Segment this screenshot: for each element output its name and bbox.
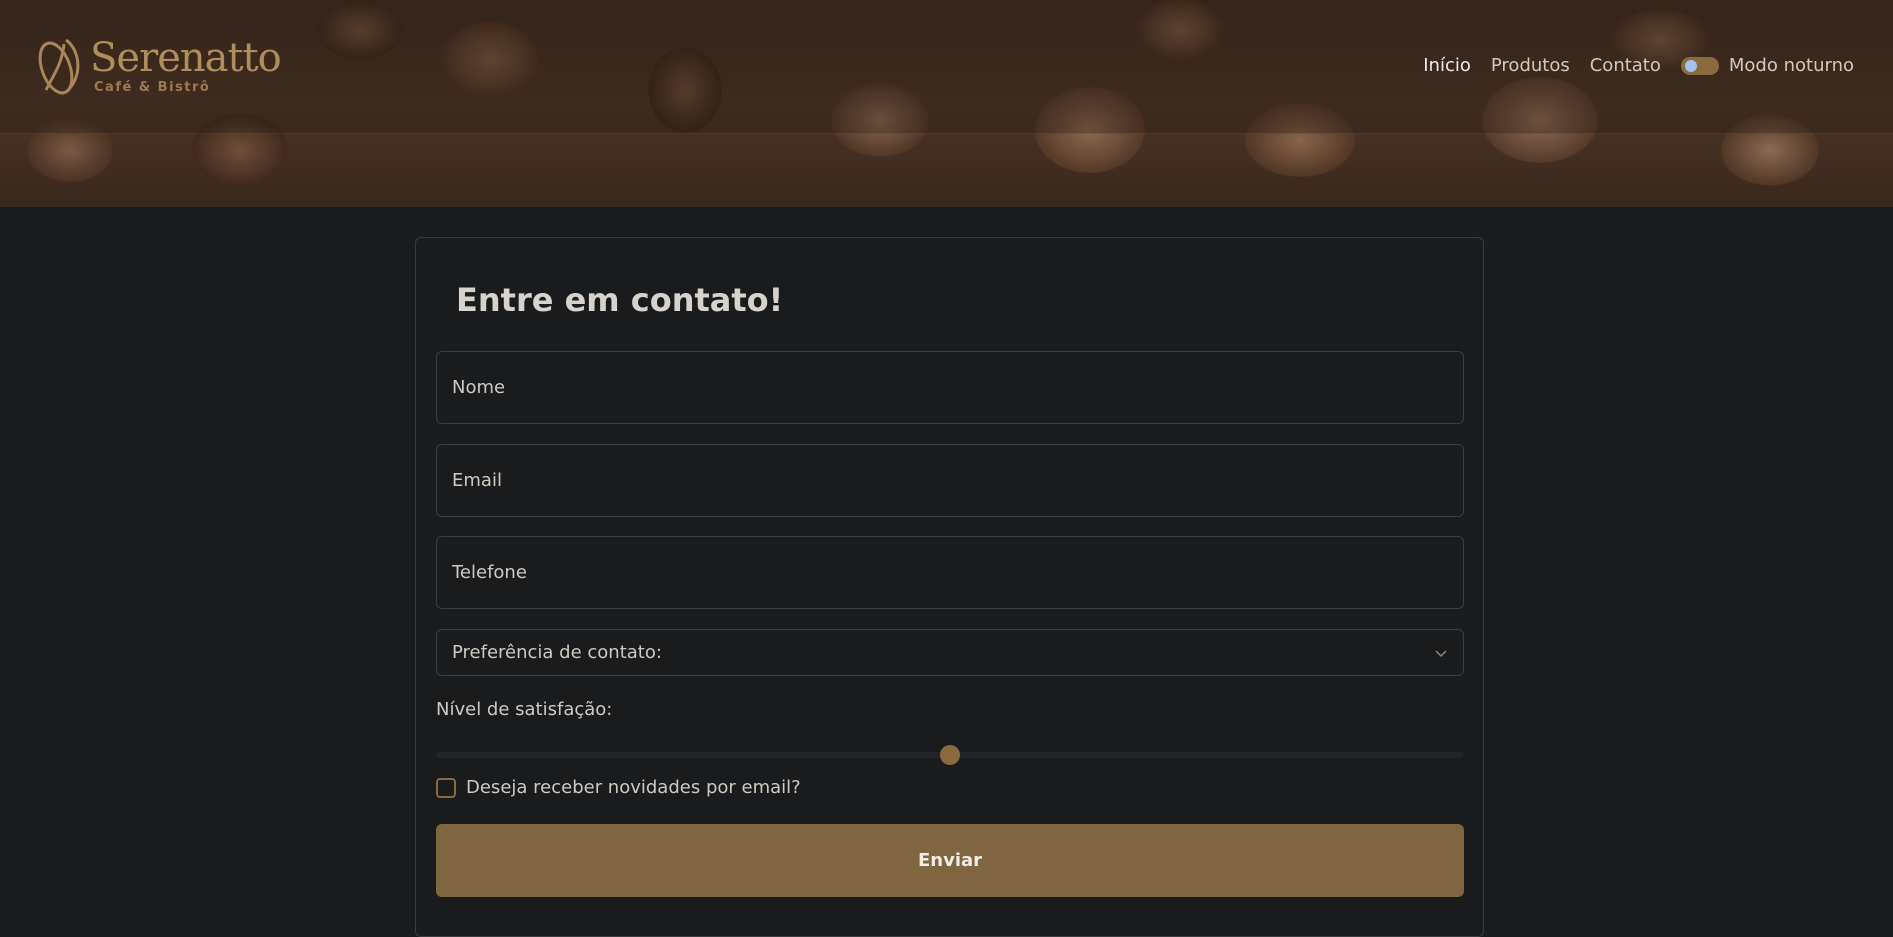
submit-button[interactable]: Enviar	[436, 824, 1464, 897]
name-input[interactable]	[436, 351, 1464, 424]
brand-name: Serenatto	[90, 35, 282, 81]
brand-text: Serenatto Café & Bistrô	[90, 35, 282, 95]
newsletter-option[interactable]: Deseja receber novidades por email?	[436, 777, 801, 798]
newsletter-label: Deseja receber novidades por email?	[466, 777, 801, 798]
newsletter-checkbox[interactable]	[436, 777, 456, 798]
toggle-knob	[1684, 59, 1697, 72]
form-title: Entre em contato!	[456, 281, 784, 319]
hero-banner: Serenatto Café & Bistrô Início Produtos …	[0, 0, 1893, 207]
contact-form-card: Entre em contato! Preferência de contato…	[415, 237, 1484, 937]
nav-links: Início Produtos Contato Modo noturno	[1423, 55, 1854, 76]
phone-input[interactable]	[436, 536, 1464, 609]
brand-tagline: Café & Bistrô	[94, 80, 211, 95]
nav-item-contato[interactable]: Contato	[1590, 55, 1661, 76]
satisfaction-slider[interactable]	[436, 745, 1464, 765]
night-mode-label: Modo noturno	[1728, 55, 1854, 76]
slider-thumb[interactable]	[940, 745, 960, 765]
email-input[interactable]	[436, 444, 1464, 517]
satisfaction-label: Nível de satisfação:	[436, 699, 613, 720]
coffee-bean-logo-icon	[38, 38, 80, 95]
nav-item-produtos[interactable]: Produtos	[1491, 55, 1570, 76]
nav-item-inicio[interactable]: Início	[1423, 55, 1471, 76]
navbar: Serenatto Café & Bistrô Início Produtos …	[0, 0, 1893, 133]
contact-preference-value: Preferência de contato:	[452, 642, 662, 663]
toggle-switch[interactable]	[1680, 56, 1719, 75]
brand-logo[interactable]: Serenatto Café & Bistrô	[32, 30, 282, 100]
chevron-down-icon	[1435, 649, 1447, 657]
contact-preference-select[interactable]: Preferência de contato:	[436, 629, 1464, 676]
night-mode-toggle[interactable]: Modo noturno	[1680, 55, 1854, 76]
